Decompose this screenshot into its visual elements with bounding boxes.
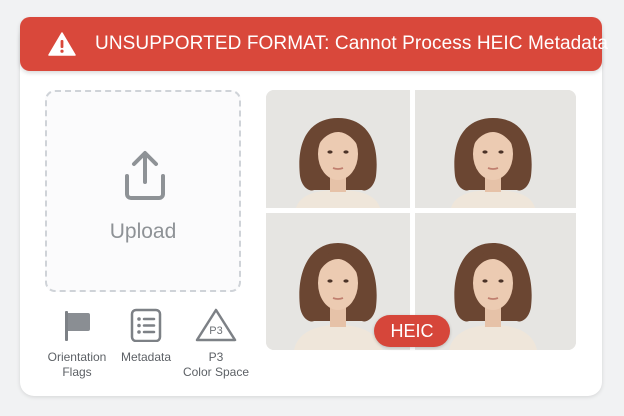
orientation-flags-label-1: Orientation [47,350,107,364]
preview-grid [266,90,576,350]
upload-dropzone[interactable]: Upload [45,90,241,292]
upload-icon [125,151,165,200]
error-banner: UNSUPPORTED FORMAT: Cannot Process HEIC … [20,17,608,71]
flag-icon [65,311,90,341]
list-document-icon [130,308,162,342]
p3-triangle-icon: P3 [195,308,237,342]
error-message: UNSUPPORTED FORMAT: Cannot Process HEIC … [95,33,609,54]
metadata-label: Metadata [120,350,172,364]
p3-icon-text: P3 [209,325,222,337]
portrait-image [415,90,576,208]
orientation-flags-item: Orientation Flags [40,308,114,380]
p3-label-2: Color Space [182,365,250,379]
portrait-tile-2[interactable] [415,90,576,208]
upload-label: Upload [109,220,177,243]
p3-label-1: P3 [208,350,224,364]
portrait-tile-1[interactable] [266,90,410,208]
orientation-flags-label-2: Flags [62,365,92,379]
metadata-item: Metadata [114,308,178,365]
p3-color-space-item: P3 P3 Color Space [178,308,254,380]
heic-badge: HEIC [374,315,450,347]
warning-icon [48,32,76,56]
portrait-image [266,90,410,208]
